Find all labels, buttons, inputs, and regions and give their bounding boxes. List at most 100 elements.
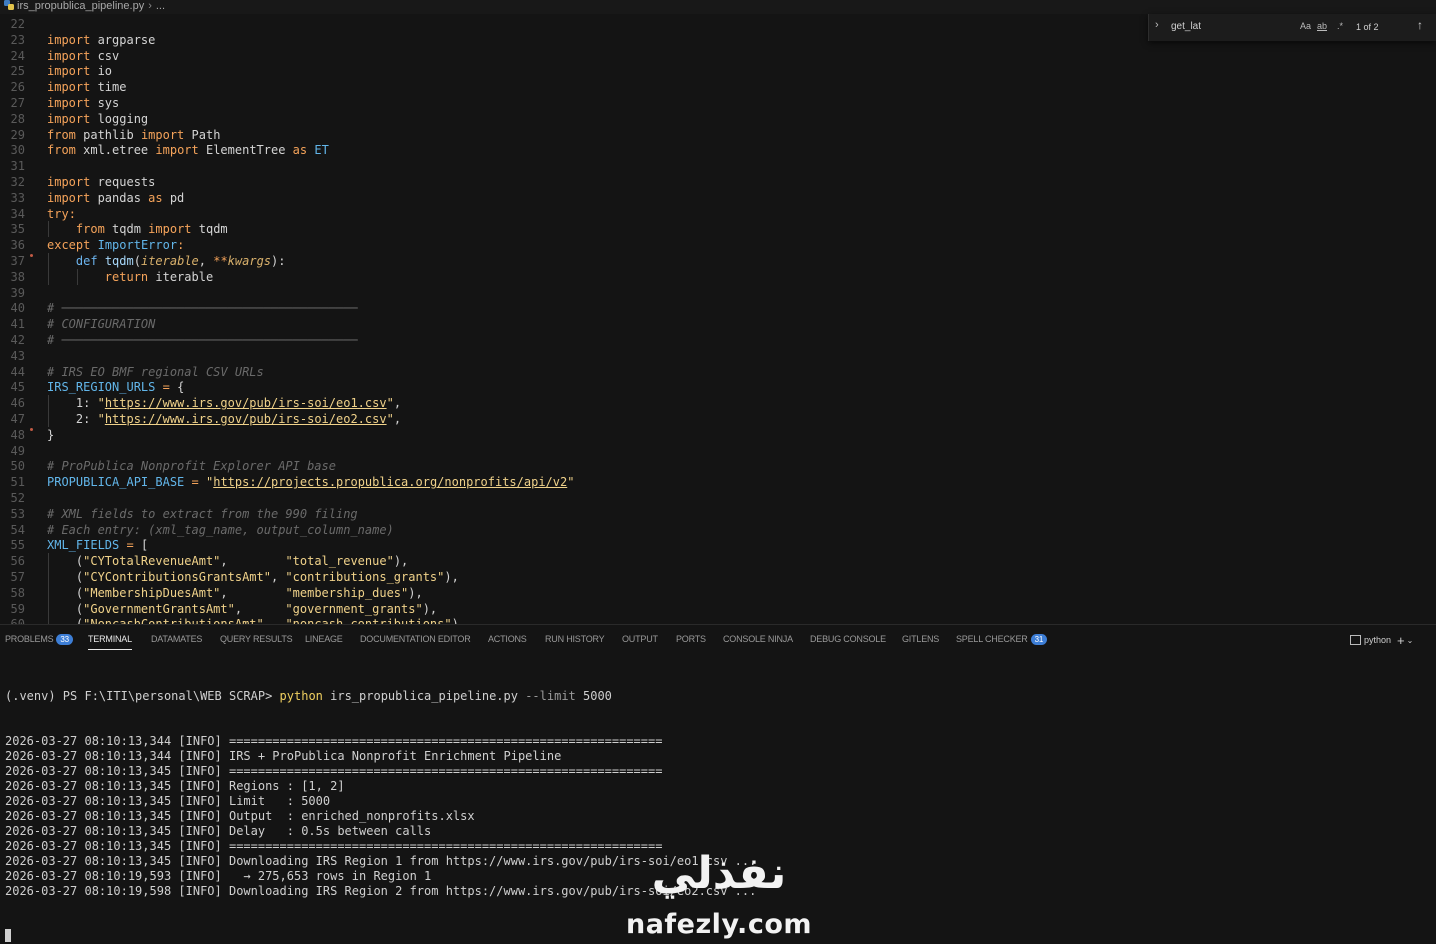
code-text: def tqdm(iterable, **kwargs): — [75, 254, 286, 268]
code-text: # Each entry: (xml_tag_name, output_colu… — [47, 522, 394, 537]
code-line[interactable]: 32 import requests — [0, 174, 1436, 190]
code-line[interactable]: 36 except ImportError: — [0, 237, 1436, 253]
tab-label: TERMINAL — [88, 634, 132, 644]
line-number: 26 — [10, 80, 25, 95]
toggle-replace-icon[interactable]: › — [1155, 19, 1159, 31]
line-number: 39 — [10, 285, 25, 300]
chevron-down-icon[interactable]: ⌄ — [1407, 636, 1414, 645]
code-line[interactable]: 53 # XML fields to extract from the 990 f… — [0, 506, 1436, 522]
code-line[interactable]: 46 1: "https://www.irs.gov/pub/irs-soi/e… — [0, 395, 1436, 411]
code-line[interactable]: 30 from xml.etree import ElementTree as E… — [0, 142, 1436, 158]
breadcrumb-file[interactable]: irs_propublica_pipeline.py — [17, 0, 144, 12]
line-number: 23 — [10, 32, 25, 47]
code-line[interactable]: 41 # CONFIGURATION — [0, 316, 1436, 332]
tab-spell-checker[interactable]: SPELL CHECKER 31 — [956, 634, 1048, 645]
tab-documentation-editor[interactable]: DOCUMENTATION EDITOR — [360, 634, 471, 644]
code-line[interactable]: 25 import io — [0, 63, 1436, 79]
terminal-command-line: (.venv) PS F:\ITI\personal\WEB SCRAP> py… — [5, 689, 1425, 704]
code-text: import io — [47, 64, 113, 79]
tab-lineage[interactable]: LINEAGE — [305, 634, 343, 644]
tab-ports[interactable]: PORTS — [676, 634, 706, 644]
code-line[interactable]: 37 def tqdm(iterable, **kwargs): — [0, 253, 1436, 269]
code-line[interactable]: 54 # Each entry: (xml_tag_name, output_co… — [0, 522, 1436, 538]
whole-word-icon[interactable]: ab — [1317, 21, 1327, 31]
code-text: import logging — [47, 111, 149, 126]
command-file: irs_propublica_pipeline.py — [322, 689, 526, 703]
gutter-marker — [30, 427, 33, 431]
breadcrumb-symbol[interactable]: ... — [156, 0, 165, 12]
tab-actions[interactable]: ACTIONS — [488, 634, 527, 644]
code-line[interactable]: 50 # ProPublica Nonprofit Explorer API ba… — [0, 458, 1436, 474]
tab-debug-console[interactable]: DEBUG CONSOLE — [810, 634, 886, 644]
code-line[interactable]: 51 PROPUBLICA_API_BASE = "https://project… — [0, 474, 1436, 490]
match-case-icon[interactable]: Aa — [1300, 21, 1311, 31]
line-number: 27 — [10, 96, 25, 110]
new-terminal-icon[interactable]: + — [1397, 633, 1405, 648]
indent-guide — [48, 253, 49, 285]
code-text: import requests — [47, 175, 156, 189]
tab-label: ACTIONS — [488, 634, 527, 644]
terminal-name[interactable]: python — [1364, 635, 1391, 645]
code-line[interactable]: 47 2: "https://www.irs.gov/pub/irs-soi/e… — [0, 411, 1436, 427]
code-line[interactable]: 27 import sys — [0, 95, 1436, 111]
code-line[interactable]: 52 — [0, 490, 1436, 506]
tab-gitlens[interactable]: GITLENS — [902, 634, 939, 644]
code-line[interactable]: 38 return iterable — [0, 269, 1436, 285]
tab-datamates[interactable]: DATAMATES — [151, 634, 202, 644]
find-widget[interactable]: › get_lat Aa ab .* 1 of 2 ↑ — [1148, 14, 1436, 41]
code-text: ("GovernmentGrantsAmt", "government_gran… — [47, 601, 438, 616]
tab-label: PORTS — [676, 634, 706, 644]
code-line[interactable]: 60 ("NoncashContributionsAmt", "noncash_… — [0, 616, 1436, 624]
find-input[interactable]: get_lat — [1171, 21, 1201, 32]
code-line[interactable]: 56 ("CYTotalRevenueAmt", "total_revenue"… — [0, 553, 1436, 569]
code-line[interactable]: 55 XML_FIELDS = [ — [0, 537, 1436, 553]
code-line[interactable]: 43 — [0, 348, 1436, 364]
code-line[interactable]: 29 from pathlib import Path — [0, 127, 1436, 143]
code-line[interactable]: 33 import pandas as pd — [0, 190, 1436, 206]
tab-run-history[interactable]: RUN HISTORY — [545, 634, 605, 644]
terminal-log-line: 2026-03-27 08:10:13,344 [INFO] =========… — [5, 734, 663, 748]
tab-problems[interactable]: PROBLEMS 33 — [5, 634, 73, 645]
code-text: XML_FIELDS = [ — [47, 538, 149, 553]
tab-label: OUTPUT — [622, 634, 658, 644]
previous-match-icon[interactable]: ↑ — [1417, 18, 1423, 32]
terminal-log-line: 2026-03-27 08:10:13,345 [INFO] Limit : 5… — [5, 794, 331, 808]
code-line[interactable]: 31 — [0, 158, 1436, 174]
tab-output[interactable]: OUTPUT — [622, 634, 658, 644]
code-text: IRS_REGION_URLS = { — [47, 380, 185, 395]
tab-label: CONSOLE NINJA — [723, 634, 793, 644]
code-text: 1: "https://www.irs.gov/pub/irs-soi/eo1.… — [47, 396, 402, 411]
code-line[interactable]: 39 — [0, 285, 1436, 301]
line-number: 28 — [10, 111, 25, 126]
tab-query-results[interactable]: QUERY RESULTS — [220, 634, 293, 644]
code-line[interactable]: 26 import time — [0, 79, 1436, 95]
code-line[interactable]: 58 ("MembershipDuesAmt", "membership_due… — [0, 585, 1436, 601]
code-line[interactable]: 44 # IRS EO BMF regional CSV URLs — [0, 364, 1436, 380]
line-number: 22 — [10, 17, 25, 31]
code-line[interactable]: 34 try: — [0, 206, 1436, 222]
tab-terminal[interactable]: TERMINAL — [88, 634, 132, 650]
line-number: 51 — [10, 475, 25, 490]
code-line[interactable]: 42 # ────────────────────────────────────… — [0, 332, 1436, 348]
tab-label: PROBLEMS — [5, 634, 54, 644]
tab-console-ninja[interactable]: CONSOLE NINJA — [723, 634, 793, 644]
code-line[interactable]: 28 import logging — [0, 111, 1436, 127]
code-line[interactable]: 48} — [0, 427, 1436, 443]
code-text: } — [47, 427, 55, 442]
code-line[interactable]: 57 ("CYContributionsGrantsAmt", "contrib… — [0, 569, 1436, 585]
code-line[interactable]: 59 ("GovernmentGrantsAmt", "government_g… — [0, 601, 1436, 617]
regex-icon[interactable]: .* — [1337, 21, 1343, 31]
code-text: except ImportError: — [47, 238, 185, 253]
code-text: from xml.etree import ElementTree as ET — [47, 143, 329, 158]
code-line[interactable]: 40 # ────────────────────────────────────… — [0, 300, 1436, 316]
code-line[interactable]: 49 — [0, 443, 1436, 459]
code-line[interactable]: 45 IRS_REGION_URLS = { — [0, 379, 1436, 395]
code-line[interactable]: 35 from tqdm import tqdm — [0, 221, 1436, 237]
code-editor[interactable]: 22 23 import argparse 24 import csv 25 import … — [0, 14, 1436, 624]
code-line[interactable]: 24 import csv — [0, 48, 1436, 64]
line-number: 59 — [10, 601, 25, 616]
line-number: 58 — [10, 585, 25, 600]
line-number: 38 — [10, 269, 25, 284]
line-number: 30 — [10, 143, 25, 158]
line-number: 35 — [10, 222, 25, 237]
